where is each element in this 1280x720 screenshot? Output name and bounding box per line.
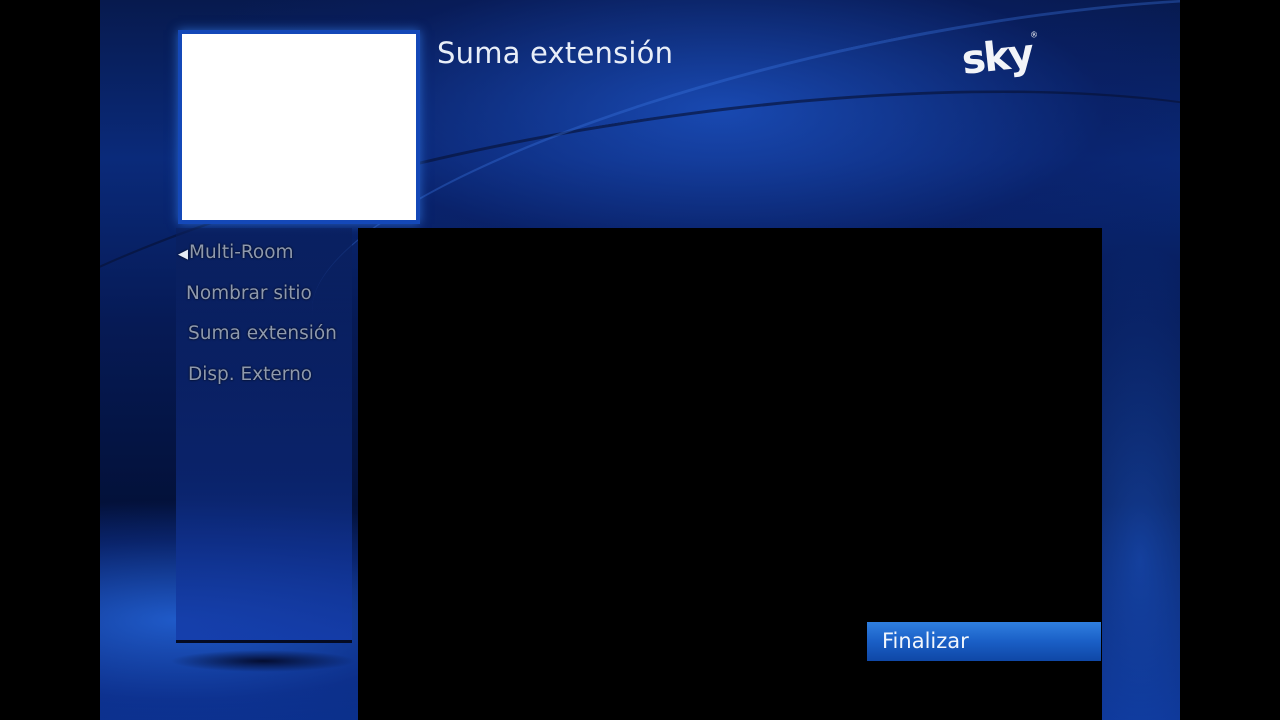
menu-item-suma-extension[interactable]: Suma extensión	[188, 323, 337, 344]
registered-mark: ®	[1029, 29, 1039, 40]
menu-item-label: Nombrar sitio	[186, 283, 312, 304]
sky-logo: sky®	[960, 30, 1043, 84]
menu-item-label: Disp. Externo	[188, 364, 313, 385]
logo-text: sky	[959, 30, 1035, 84]
preview-thumbnail	[178, 30, 420, 224]
sidebar-shadow	[170, 650, 356, 672]
menu-item-disp-externo[interactable]: Disp. Externo	[188, 364, 312, 385]
finish-button[interactable]: Finalizar	[867, 622, 1101, 661]
menu-item-label: Suma extensión	[188, 323, 337, 344]
menu-item-label: Multi-Room	[189, 242, 294, 263]
page-title: Suma extensión	[437, 36, 674, 70]
tv-screen: Suma extensión sky® ◀Multi-Room Nombrar …	[100, 0, 1180, 720]
menu-item-nombrar-sitio[interactable]: Nombrar sitio	[186, 283, 312, 304]
menu-item-multi-room[interactable]: ◀Multi-Room	[178, 242, 294, 263]
chevron-left-icon[interactable]: ◀	[178, 247, 188, 262]
